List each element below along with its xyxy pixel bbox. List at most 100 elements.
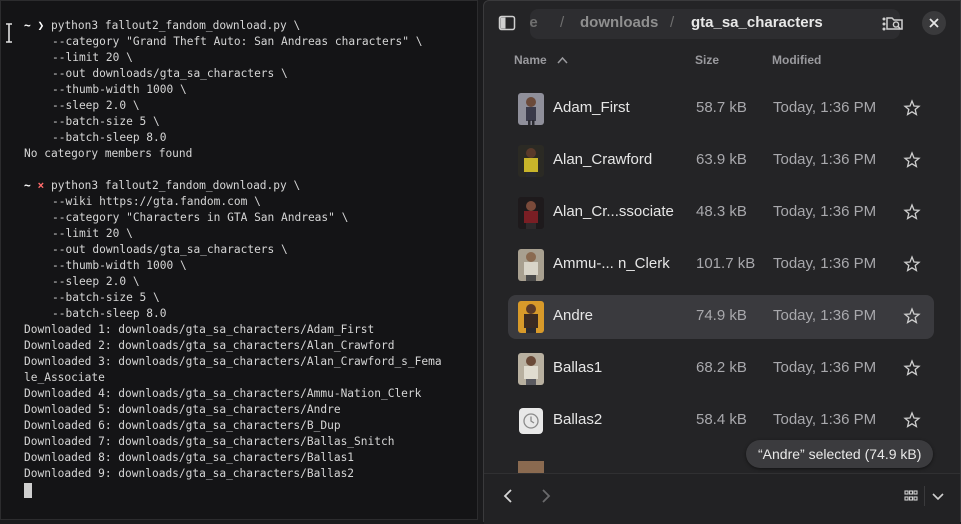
- command-text: python3 fallout2_fandom_download.py \: [51, 179, 301, 192]
- prompt-tilde: ~: [24, 179, 31, 192]
- breadcrumb-downloads[interactable]: downloads: [580, 9, 658, 37]
- file-size: 48.3 kB: [696, 203, 747, 220]
- terminal-line: No category members found: [24, 147, 193, 160]
- terminal-line: Downloaded 1: downloads/gta_sa_character…: [24, 323, 375, 336]
- column-name[interactable]: Name: [514, 53, 547, 67]
- command-text: python3 fallout2_fandom_download.py \: [50, 19, 301, 32]
- star-icon[interactable]: [903, 307, 921, 325]
- file-name: Ballas1: [553, 359, 603, 376]
- terminal-line: Downloaded 7: downloads/gta_sa_character…: [24, 435, 395, 448]
- terminal-line: --thumb-width 1000 \: [52, 259, 187, 272]
- file-row-selected[interactable]: Andre 74.9 kB Today, 1:36 PM: [508, 295, 934, 339]
- file-name: Alan_Crawford: [553, 151, 653, 168]
- terminal-line: --category "Characters in GTA San Andrea…: [52, 211, 349, 224]
- column-headers: Name Size Modified: [484, 53, 960, 71]
- file-size: 101.7 kB: [696, 255, 756, 272]
- file-row[interactable]: Ammu-... n_Clerk 101.7 kB Today, 1:36 PM: [508, 243, 934, 287]
- file-modified: Today, 1:36 PM: [773, 307, 877, 324]
- breadcrumb-home[interactable]: me: [530, 9, 538, 37]
- file-size: 58.7 kB: [696, 99, 747, 116]
- terminal-line: --wiki https://gta.fandom.com \: [52, 195, 261, 208]
- file-row[interactable]: Alan_Cr...ssociate 48.3 kB Today, 1:36 P…: [508, 191, 934, 235]
- file-thumbnail: [518, 301, 544, 333]
- file-name: Andre: [553, 307, 594, 324]
- file-thumbnail: [518, 353, 544, 385]
- breadcrumb-current[interactable]: gta_sa_characters: [691, 9, 823, 37]
- column-modified[interactable]: Modified: [772, 53, 821, 67]
- forward-arrow-icon[interactable]: [536, 486, 556, 506]
- file-thumbnail: [518, 197, 544, 229]
- breadcrumb-separator: /: [560, 14, 565, 31]
- terminal-line: Downloaded 3: downloads/gta_sa_character…: [24, 355, 442, 368]
- terminal-line: --batch-size 5 \: [52, 291, 160, 304]
- divider: [924, 486, 925, 506]
- terminal-line: --limit 20 \: [52, 51, 133, 64]
- prompt-error-mark: ×: [37, 179, 45, 192]
- sort-ascending-icon: [557, 56, 568, 64]
- terminal-line: Downloaded 4: downloads/gta_sa_character…: [24, 387, 422, 400]
- star-icon[interactable]: [903, 99, 921, 117]
- file-size: 63.9 kB: [696, 151, 747, 168]
- selection-status: “Andre” selected (74.9 kB): [746, 440, 934, 468]
- file-row[interactable]: Alan_Crawford 63.9 kB Today, 1:36 PM: [508, 139, 934, 183]
- star-icon[interactable]: [903, 411, 921, 429]
- breadcrumb-separator: /: [670, 14, 675, 31]
- close-icon: [929, 18, 939, 28]
- file-modified: Today, 1:36 PM: [773, 359, 877, 376]
- terminal-line: le_Associate: [24, 371, 105, 384]
- bottom-bar: [484, 473, 960, 524]
- file-size: 58.4 kB: [696, 411, 747, 428]
- file-size: 74.9 kB: [696, 307, 747, 324]
- terminal-pane[interactable]: ~ ❯ python3 fallout2_fandom_download.py …: [0, 0, 478, 520]
- terminal-cursor: [24, 483, 32, 498]
- terminal-line: Downloaded 9: downloads/gta_sa_character…: [24, 467, 355, 480]
- terminal-line: --batch-size 5 \: [52, 115, 160, 128]
- terminal-line: --sleep 2.0 \: [52, 99, 140, 112]
- terminal-line: --out downloads/gta_sa_characters \: [52, 243, 288, 256]
- terminal-line: --batch-sleep 8.0: [52, 131, 167, 144]
- terminal-line: Downloaded 6: downloads/gta_sa_character…: [24, 419, 341, 432]
- close-button[interactable]: [922, 11, 946, 35]
- column-size[interactable]: Size: [695, 53, 719, 67]
- file-row[interactable]: Adam_First 58.7 kB Today, 1:36 PM: [508, 87, 934, 131]
- prompt: ~ ❯: [24, 19, 45, 32]
- file-thumbnail: [518, 249, 544, 281]
- breadcrumb: me / downloads / gta_sa_characters: [530, 9, 900, 39]
- sidebar-toggle-icon[interactable]: [498, 14, 516, 32]
- terminal-line: --category "Grand Theft Auto: San Andrea…: [52, 35, 423, 48]
- file-row[interactable]: Ballas1 68.2 kB Today, 1:36 PM: [508, 347, 934, 391]
- file-name: Ballas2: [553, 411, 603, 428]
- star-icon[interactable]: [903, 151, 921, 169]
- terminal-line: Downloaded 5: downloads/gta_sa_character…: [24, 403, 341, 416]
- file-modified: Today, 1:36 PM: [773, 255, 877, 272]
- terminal-line: --out downloads/gta_sa_characters \: [52, 67, 288, 80]
- star-icon[interactable]: [903, 203, 921, 221]
- terminal-line: ~ ❯ python3 fallout2_fandom_download.py …: [24, 18, 473, 34]
- text-cursor-icon: [6, 23, 12, 43]
- file-modified: Today, 1:36 PM: [773, 203, 877, 220]
- terminal-line: --thumb-width 1000 \: [52, 83, 187, 96]
- search-folder-icon[interactable]: [885, 13, 905, 33]
- terminal-output: ~ ❯ python3 fallout2_fandom_download.py …: [24, 18, 473, 482]
- terminal-line: ~ × python3 fallout2_fandom_download.py …: [24, 178, 473, 194]
- back-arrow-icon[interactable]: [498, 486, 518, 506]
- file-thumbnail: [518, 145, 544, 177]
- star-icon[interactable]: [903, 255, 921, 273]
- file-size: 68.2 kB: [696, 359, 747, 376]
- file-row[interactable]: Ballas2 58.4 kB Today, 1:36 PM: [508, 399, 934, 443]
- terminal-line: --sleep 2.0 \: [52, 275, 140, 288]
- terminal-line: Downloaded 8: downloads/gta_sa_character…: [24, 451, 355, 464]
- file-modified: Today, 1:36 PM: [773, 411, 877, 428]
- clock-icon: [518, 405, 544, 437]
- terminal-line: --batch-sleep 8.0: [52, 307, 167, 320]
- file-modified: Today, 1:36 PM: [773, 99, 877, 116]
- file-name: Alan_Cr...ssociate: [553, 203, 674, 220]
- file-name: Adam_First: [553, 99, 630, 116]
- chevron-down-icon[interactable]: [930, 488, 946, 504]
- star-icon[interactable]: [903, 359, 921, 377]
- file-modified: Today, 1:36 PM: [773, 151, 877, 168]
- header-bar: me / downloads / gta_sa_characters: [484, 1, 960, 45]
- terminal-line: --limit 20 \: [52, 227, 133, 240]
- grid-view-icon[interactable]: [903, 488, 919, 504]
